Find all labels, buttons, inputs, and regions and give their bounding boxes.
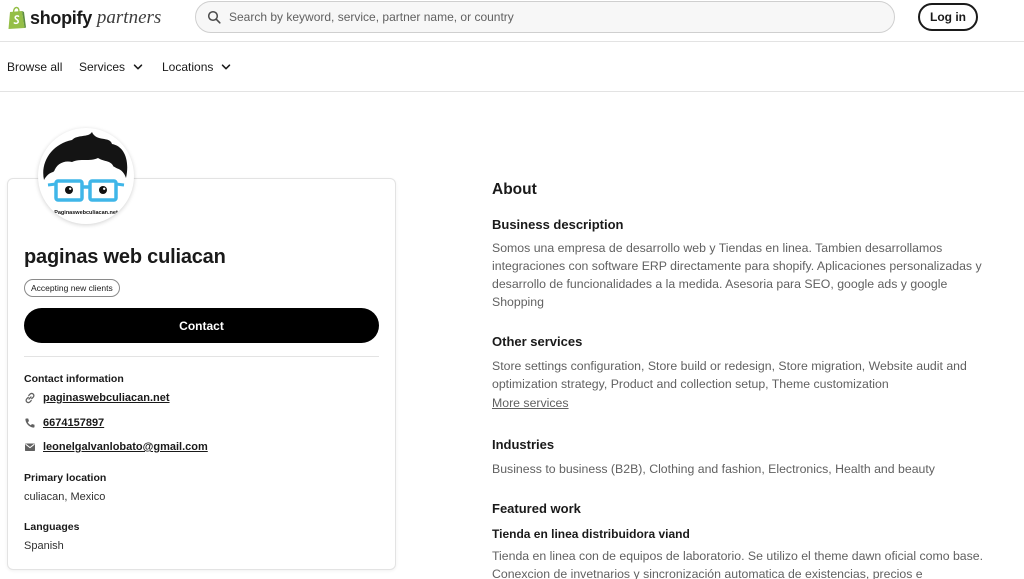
nav-browse-all[interactable]: Browse all: [7, 60, 62, 74]
industries-text: Business to business (B2B), Clothing and…: [492, 462, 935, 476]
chevron-down-icon: [133, 64, 143, 70]
logo-suffix: partners: [96, 7, 162, 28]
mail-icon: [25, 443, 35, 451]
primary-location-value: culiacan, Mexico: [24, 491, 106, 503]
business-description-text: Somos una empresa de desarrollo web y Ti…: [492, 241, 982, 309]
featured-work-heading: Featured work: [492, 501, 581, 516]
phone-icon: [25, 418, 35, 428]
logo-wordmark: shopify: [30, 7, 92, 28]
languages-label: Languages: [24, 521, 80, 533]
phone-row: 6674157897: [24, 417, 104, 429]
avatar: Paginaswebculiacan.net: [38, 128, 134, 224]
email-link[interactable]: leonelgalvanlobato@gmail.com: [43, 441, 208, 453]
about-heading: About: [492, 181, 537, 198]
other-services-heading: Other services: [492, 334, 583, 349]
website-link[interactable]: paginaswebculiacan.net: [43, 392, 170, 404]
search-input[interactable]: [229, 10, 869, 24]
featured-work-description: Tienda en linea con de equipos de labora…: [492, 549, 984, 579]
secondary-nav: Browse all Services Locations: [0, 43, 1024, 92]
link-icon: [25, 392, 35, 404]
more-services-link[interactable]: More services: [492, 396, 569, 410]
nav-services-dropdown[interactable]: Services: [79, 60, 143, 74]
search-icon: [207, 10, 221, 24]
nav-locations-label: Locations: [162, 60, 214, 74]
chevron-down-icon: [222, 64, 231, 70]
featured-work-title[interactable]: Tienda en linea distribuidora viand: [492, 527, 690, 541]
nav-locations-dropdown[interactable]: Locations: [162, 60, 231, 74]
partner-name: paginas web culiacan: [24, 246, 226, 268]
email-row: leonelgalvanlobato@gmail.com: [24, 441, 208, 453]
phone-link[interactable]: 6674157897: [43, 417, 104, 429]
industries-heading: Industries: [492, 437, 555, 452]
contact-info-label: Contact information: [24, 373, 124, 385]
search-bar[interactable]: [195, 1, 895, 33]
other-services-text: Store settings configuration, Store buil…: [492, 359, 967, 391]
shopify-bag-icon: [8, 6, 26, 29]
status-badge: Accepting new clients: [24, 279, 120, 297]
avatar-caption: Paginaswebculiacan.net: [54, 210, 118, 216]
primary-location-label: Primary location: [24, 472, 107, 484]
business-description-heading: Business description: [492, 217, 624, 232]
languages-value: Spanish: [24, 540, 64, 552]
nav-services-label: Services: [79, 60, 126, 74]
nav-browse-all-label: Browse all: [7, 60, 63, 74]
website-row: paginaswebculiacan.net: [24, 392, 170, 404]
top-header: shopify partners Log in: [0, 0, 1024, 42]
login-button[interactable]: Log in: [918, 3, 978, 31]
card-divider: [24, 356, 379, 357]
contact-button[interactable]: Contact: [24, 308, 379, 343]
shopify-partners-logo[interactable]: shopify partners: [7, 5, 161, 31]
